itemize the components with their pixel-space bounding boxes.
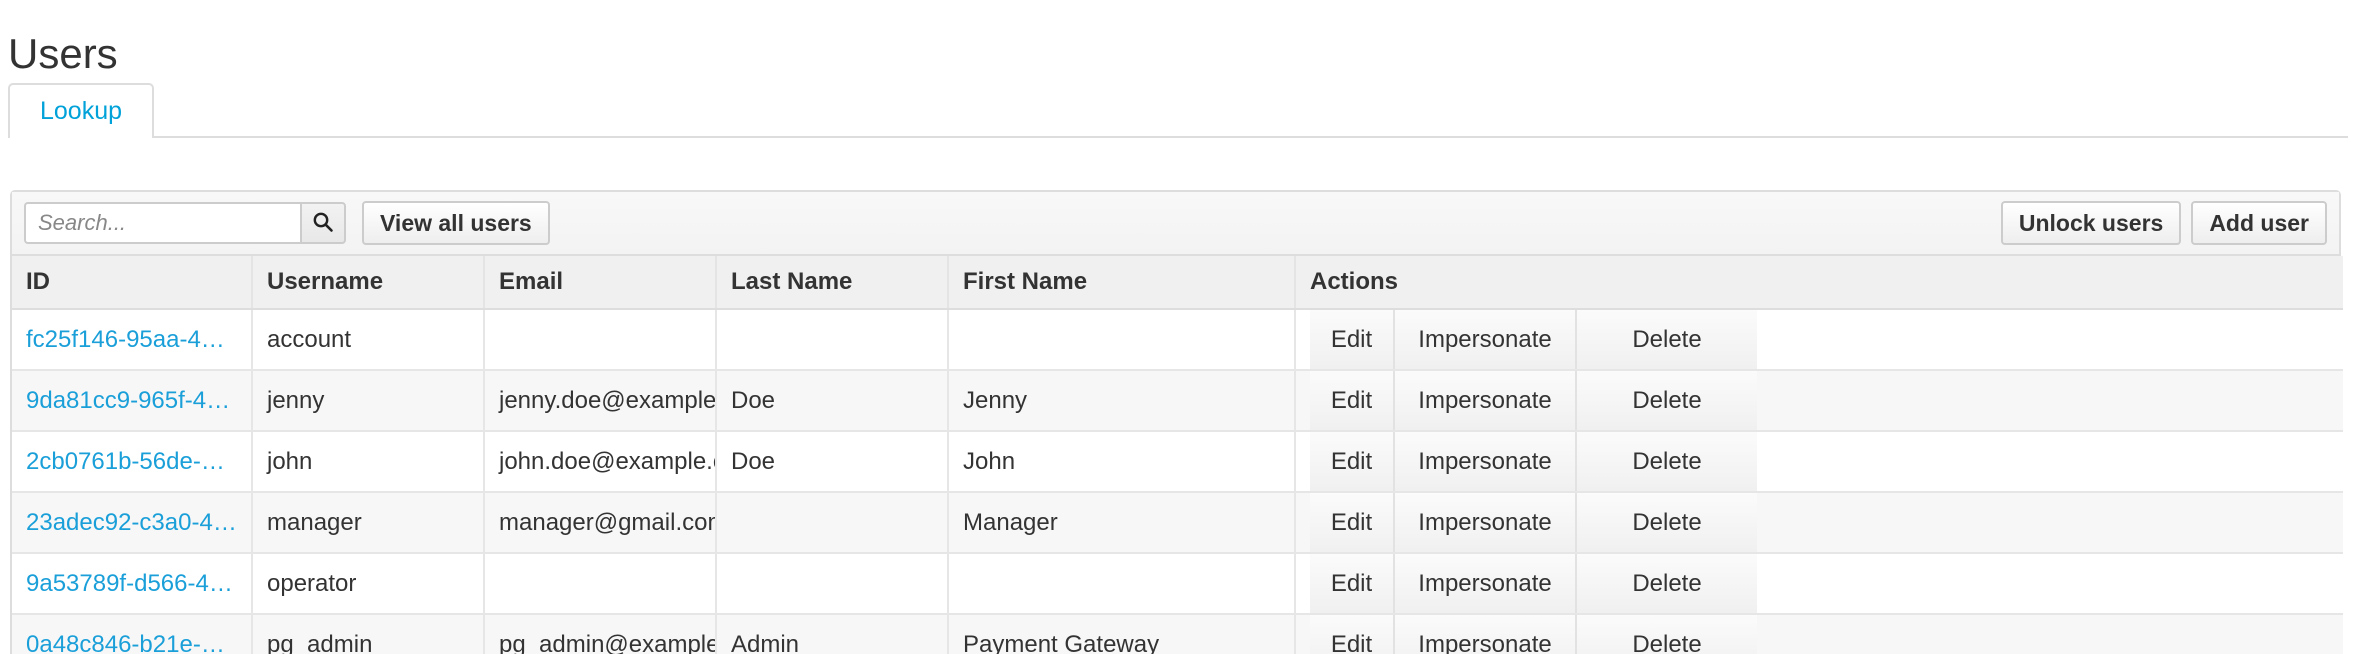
- column-header-last-name: Last Name: [716, 256, 949, 310]
- cell-username: jenny: [252, 370, 485, 432]
- cell-first-name: Manager: [948, 492, 1296, 554]
- panel-toolbar: View all users Unlock users Add user: [12, 192, 2339, 256]
- tab-lookup[interactable]: Lookup: [8, 83, 155, 138]
- column-header-actions: Actions: [1295, 256, 2343, 310]
- impersonate-button[interactable]: Impersonate: [1395, 615, 1577, 654]
- impersonate-button[interactable]: Impersonate: [1395, 310, 1577, 368]
- cell-username: operator: [252, 553, 485, 615]
- cell-first-name: Payment Gateway: [948, 614, 1296, 654]
- search-group: [24, 202, 346, 244]
- cell-email: john.doe@example.com: [484, 431, 717, 493]
- cell-email: [484, 309, 717, 371]
- edit-button[interactable]: Edit: [1310, 493, 1395, 551]
- impersonate-button[interactable]: Impersonate: [1395, 371, 1577, 429]
- tab-lookup-label: Lookup: [40, 97, 123, 125]
- cell-id: 9a53789f-d566-46ec-aa0...: [12, 553, 253, 615]
- row-action-group: Edit Impersonate Delete: [1310, 310, 2329, 368]
- edit-button[interactable]: Edit: [1310, 371, 1395, 429]
- delete-button[interactable]: Delete: [1577, 310, 1757, 368]
- cell-username: manager: [252, 492, 485, 554]
- tab-bar: Lookup: [8, 83, 2348, 138]
- row-action-group: Edit Impersonate Delete: [1310, 371, 2329, 429]
- cell-first-name: [948, 553, 1296, 615]
- users-table: ID Username Email Last Name First Name A…: [12, 256, 2343, 654]
- cell-actions: Edit Impersonate Delete: [1295, 309, 2343, 371]
- toolbar-right-group: Unlock users Add user: [2000, 201, 2327, 245]
- cell-last-name: Doe: [716, 431, 949, 493]
- cell-id: fc25f146-95aa-4efe-90b7-...: [12, 309, 253, 371]
- edit-button[interactable]: Edit: [1310, 432, 1395, 490]
- user-id-link[interactable]: 23adec92-c3a0-4d7b-b7e...: [26, 509, 237, 537]
- cell-username: pg_admin: [252, 614, 485, 654]
- delete-button[interactable]: Delete: [1577, 615, 1757, 654]
- table-row: 9da81cc9-965f-48cb-88a0... jenny jenny.d…: [12, 370, 2343, 432]
- users-panel: View all users Unlock users Add user ID …: [10, 190, 2343, 654]
- cell-last-name: [716, 309, 949, 371]
- user-id-link[interactable]: 9da81cc9-965f-48cb-88a0...: [26, 387, 237, 415]
- user-id-link[interactable]: 2cb0761b-56de-4bb5-995...: [26, 448, 237, 476]
- toolbar-left-group: View all users: [24, 201, 550, 245]
- cell-last-name: [716, 553, 949, 615]
- cell-actions: Edit Impersonate Delete: [1295, 370, 2343, 432]
- cell-username: account: [252, 309, 485, 371]
- users-page: Users Lookup Search... View all users Un…: [0, 0, 2356, 654]
- table-row: 23adec92-c3a0-4d7b-b7e... manager manage…: [12, 492, 2343, 554]
- search-icon: [311, 210, 335, 237]
- cell-first-name: John: [948, 431, 1296, 493]
- cell-actions: Edit Impersonate Delete: [1295, 492, 2343, 554]
- user-id-link[interactable]: 0a48c846-b21e-4629-863...: [26, 631, 237, 654]
- cell-id: 9da81cc9-965f-48cb-88a0...: [12, 370, 253, 432]
- cell-last-name: [716, 492, 949, 554]
- cell-id: 2cb0761b-56de-4bb5-995...: [12, 431, 253, 493]
- unlock-users-button[interactable]: Unlock users: [2000, 201, 2182, 245]
- row-action-group: Edit Impersonate Delete: [1310, 615, 2329, 654]
- cell-actions: Edit Impersonate Delete: [1295, 553, 2343, 615]
- cell-last-name: Admin: [716, 614, 949, 654]
- cell-actions: Edit Impersonate Delete: [1295, 614, 2343, 654]
- table-row: fc25f146-95aa-4efe-90b7-... account Edit…: [12, 309, 2343, 371]
- cell-email: jenny.doe@example.com: [484, 370, 717, 432]
- delete-button[interactable]: Delete: [1577, 493, 1757, 551]
- table-row: 0a48c846-b21e-4629-863... pg_admin pg_ad…: [12, 614, 2343, 654]
- table-head: ID Username Email Last Name First Name A…: [12, 256, 2343, 310]
- add-user-button[interactable]: Add user: [2191, 201, 2327, 245]
- user-id-link[interactable]: 9a53789f-d566-46ec-aa0...: [26, 570, 237, 598]
- table-body: fc25f146-95aa-4efe-90b7-... account Edit…: [12, 309, 2343, 654]
- impersonate-button[interactable]: Impersonate: [1395, 432, 1577, 490]
- row-action-group: Edit Impersonate Delete: [1310, 554, 2329, 612]
- cell-email: pg_admin@example.com: [484, 614, 717, 654]
- cell-first-name: Jenny: [948, 370, 1296, 432]
- delete-button[interactable]: Delete: [1577, 432, 1757, 490]
- impersonate-button[interactable]: Impersonate: [1395, 493, 1577, 551]
- view-all-users-button[interactable]: View all users: [362, 201, 550, 245]
- cell-actions: Edit Impersonate Delete: [1295, 431, 2343, 493]
- cell-first-name: [948, 309, 1296, 371]
- edit-button[interactable]: Edit: [1310, 615, 1395, 654]
- row-action-group: Edit Impersonate Delete: [1310, 432, 2329, 490]
- delete-button[interactable]: Delete: [1577, 371, 1757, 429]
- search-button[interactable]: [300, 202, 346, 244]
- search-input[interactable]: [24, 202, 300, 244]
- cell-email: [484, 553, 717, 615]
- cell-id: 23adec92-c3a0-4d7b-b7e...: [12, 492, 253, 554]
- cell-username: john: [252, 431, 485, 493]
- table-row: 9a53789f-d566-46ec-aa0... operator Edit …: [12, 553, 2343, 615]
- edit-button[interactable]: Edit: [1310, 554, 1395, 612]
- impersonate-button[interactable]: Impersonate: [1395, 554, 1577, 612]
- edit-button[interactable]: Edit: [1310, 310, 1395, 368]
- delete-button[interactable]: Delete: [1577, 554, 1757, 612]
- column-header-email: Email: [484, 256, 717, 310]
- cell-email: manager@gmail.com: [484, 492, 717, 554]
- column-header-username: Username: [252, 256, 485, 310]
- table-header-row: ID Username Email Last Name First Name A…: [12, 256, 2343, 310]
- page-title: Users: [8, 30, 118, 78]
- column-header-first-name: First Name: [948, 256, 1296, 310]
- row-action-group: Edit Impersonate Delete: [1310, 493, 2329, 551]
- table-row: 2cb0761b-56de-4bb5-995... john john.doe@…: [12, 431, 2343, 493]
- cell-last-name: Doe: [716, 370, 949, 432]
- column-header-id: ID: [12, 256, 253, 310]
- cell-id: 0a48c846-b21e-4629-863...: [12, 614, 253, 654]
- user-id-link[interactable]: fc25f146-95aa-4efe-90b7-...: [26, 326, 237, 354]
